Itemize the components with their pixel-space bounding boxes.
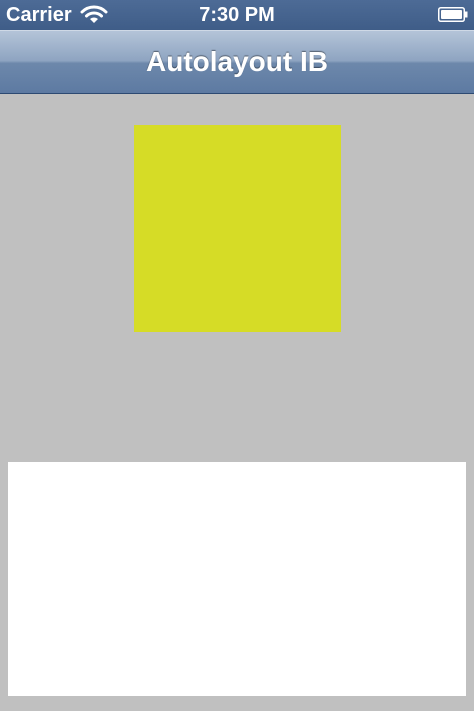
- yellow-square-view: [134, 125, 341, 332]
- clock-label: 7:30 PM: [199, 4, 275, 26]
- app-screen: Carrier 7:30 PM Autolayout IB: [0, 0, 474, 711]
- white-panel-view: [8, 462, 466, 696]
- battery-icon: [438, 7, 468, 22]
- status-bar: Carrier 7:30 PM: [0, 0, 474, 30]
- nav-title: Autolayout IB: [146, 46, 328, 77]
- navigation-bar: Autolayout IB: [0, 30, 474, 94]
